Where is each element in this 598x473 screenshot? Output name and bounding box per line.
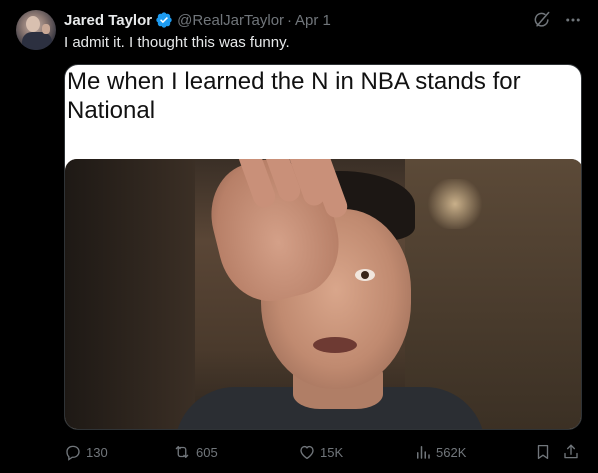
- views-button[interactable]: 562K: [414, 440, 466, 464]
- tweet[interactable]: Jared Taylor @RealJarTaylor · Apr 1 I ad…: [0, 0, 598, 473]
- photo-background-left: [65, 159, 195, 429]
- post-date[interactable]: Apr 1: [295, 12, 331, 29]
- bookmark-button[interactable]: [534, 440, 552, 464]
- views-icon: [414, 443, 432, 461]
- repost-icon: [172, 443, 192, 461]
- repost-count: 605: [196, 444, 218, 460]
- avatar[interactable]: [16, 10, 56, 50]
- repost-button[interactable]: 605: [172, 440, 218, 464]
- more-icon[interactable]: [564, 11, 582, 29]
- reply-button[interactable]: 130: [64, 440, 108, 464]
- verified-badge-icon[interactable]: [155, 11, 173, 29]
- photo-background-light: [425, 179, 485, 229]
- share-icon: [562, 443, 580, 461]
- heart-icon: [298, 443, 316, 461]
- top-icons: [532, 10, 582, 30]
- avatar-suit: [22, 32, 52, 50]
- photo-eye-right: [355, 269, 375, 281]
- like-count: 15K: [320, 444, 344, 460]
- photo-mouth: [313, 337, 357, 353]
- tweet-header: Jared Taylor @RealJarTaylor · Apr 1: [64, 10, 331, 30]
- meme-photo: [65, 159, 581, 429]
- reply-count: 130: [86, 444, 108, 460]
- author-handle[interactable]: @RealJarTaylor: [177, 12, 284, 29]
- reply-icon: [64, 443, 82, 461]
- post-media[interactable]: Me when I learned the N in NBA stands fo…: [64, 64, 582, 430]
- post-text: I admit it. I thought this was funny.: [64, 34, 290, 51]
- like-button[interactable]: 15K: [298, 440, 343, 464]
- author-name[interactable]: Jared Taylor: [64, 12, 152, 29]
- avatar-head: [26, 16, 40, 32]
- share-button[interactable]: [562, 440, 580, 464]
- views-count: 562K: [436, 444, 467, 460]
- grok-icon[interactable]: [532, 10, 552, 30]
- avatar-hand: [42, 24, 50, 34]
- bookmark-icon: [534, 443, 552, 461]
- action-bar: 130 605 15K 562K: [64, 440, 582, 464]
- meme-caption: Me when I learned the N in NBA stands fo…: [67, 68, 521, 124]
- header-separator: ·: [287, 11, 293, 29]
